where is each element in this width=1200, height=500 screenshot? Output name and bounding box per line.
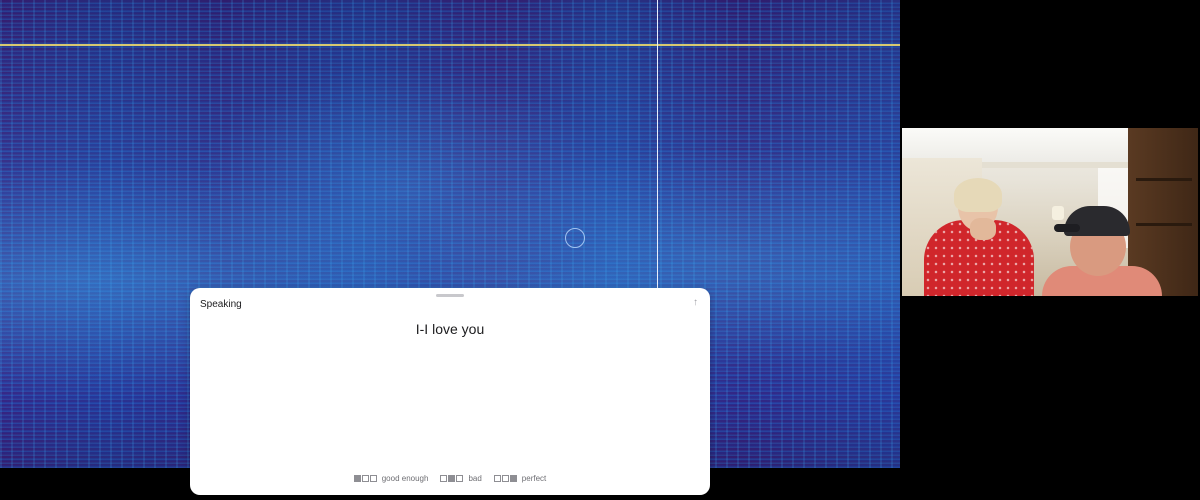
feedback-label: perfect <box>521 474 547 483</box>
playhead-line[interactable] <box>657 0 658 290</box>
feedback-good-enough-button[interactable]: good enough <box>353 474 429 483</box>
panel-grab-handle[interactable] <box>436 294 464 297</box>
video-person-woman-hands <box>970 218 996 240</box>
video-thumbnail[interactable] <box>902 128 1198 296</box>
feedback-bar: good enough bad perfect <box>190 474 710 483</box>
panel-title: Speaking <box>200 299 242 310</box>
video-lamp <box>1052 206 1064 220</box>
speaking-panel: Speaking ↑ I-I love you good enough bad <box>190 288 710 495</box>
transcript-text: I-I love you <box>415 321 485 337</box>
feedback-label: bad <box>468 474 482 483</box>
feedback-bad-button[interactable]: bad <box>440 474 482 483</box>
mouse-cursor-icon <box>565 228 585 248</box>
perfect-icon <box>493 475 517 482</box>
frequency-marker-line[interactable] <box>0 44 900 46</box>
video-shelf <box>1136 178 1192 181</box>
feedback-perfect-button[interactable]: perfect <box>493 474 547 483</box>
video-person-man-cap-brim <box>1054 224 1080 232</box>
arrow-up-icon[interactable]: ↑ <box>693 297 698 308</box>
feedback-label: good enough <box>381 474 429 483</box>
video-shelf <box>1136 223 1192 226</box>
good-enough-icon <box>353 475 377 482</box>
bad-icon <box>440 475 464 482</box>
video-person-woman-hair <box>954 178 1002 212</box>
screen: Speaking ↑ I-I love you good enough bad <box>0 0 1200 500</box>
